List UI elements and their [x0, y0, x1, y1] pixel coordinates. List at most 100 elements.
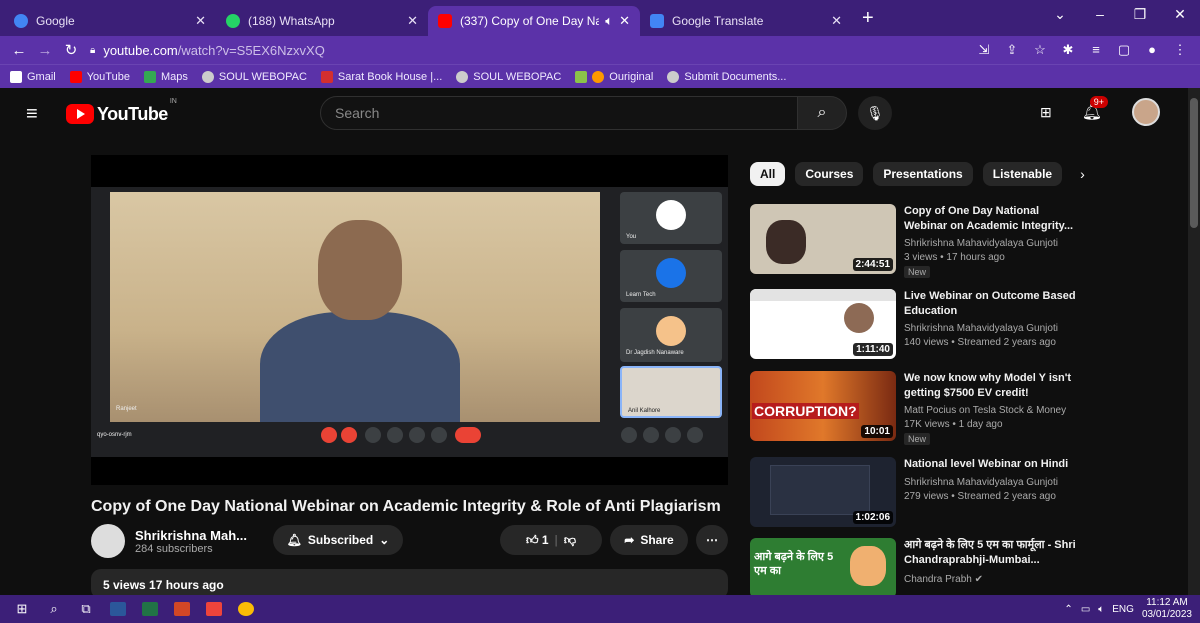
share-button[interactable]: ➦ Share: [610, 525, 688, 555]
close-icon[interactable]: ✕: [407, 13, 418, 29]
bookmark-soul-2[interactable]: SOUL WEBOPAC: [456, 70, 562, 83]
bookmark-maps[interactable]: Maps: [143, 70, 188, 83]
star-icon[interactable]: ☆: [1028, 42, 1052, 58]
rec-meta: 3 views • 17 hours ago: [904, 252, 1005, 263]
network-icon[interactable]: ▭: [1081, 604, 1090, 615]
tab-whatsapp[interactable]: (188) WhatsApp ✕: [216, 6, 428, 36]
bookmark-sarat[interactable]: Sarat Book House |...: [320, 70, 442, 83]
subscribed-button[interactable]: 🔔︎ Subscribed ⌄: [273, 525, 403, 555]
chip-presentations[interactable]: Presentations: [873, 162, 973, 186]
participant-avatar: [656, 200, 686, 230]
youtube-logo[interactable]: YouTube IN: [66, 98, 177, 125]
bookmark-youtube[interactable]: YouTube: [69, 70, 130, 83]
voice-search-button[interactable]: 🎙︎: [858, 96, 892, 130]
anydesk-icon[interactable]: [198, 595, 230, 623]
share-label: Share: [640, 533, 674, 547]
dislike-button[interactable]: 👎︎: [564, 533, 576, 548]
video-thumbnail[interactable]: आगे बढ़ने के लिए 5 एम का: [750, 538, 896, 595]
forward-icon[interactable]: →: [32, 42, 58, 59]
tab-google[interactable]: Google ✕: [4, 6, 216, 36]
more-actions-button[interactable]: ⋯: [696, 525, 728, 555]
install-icon[interactable]: ⇲: [972, 42, 996, 58]
search-icon[interactable]: ⌕: [38, 595, 70, 623]
bookhouse-icon: [320, 70, 333, 83]
translate-icon: [650, 14, 664, 28]
excel-tile: [142, 602, 158, 616]
share-icon[interactable]: ⇪: [1000, 42, 1024, 58]
channel-info: Shrikrishna Mah... 284 subscribers: [125, 528, 247, 555]
sidebar-icon[interactable]: ▢: [1112, 42, 1136, 58]
chip-listenable[interactable]: Listenable: [982, 162, 1063, 186]
task-view-icon[interactable]: ⧉: [70, 595, 102, 623]
excel-icon[interactable]: [134, 595, 166, 623]
tab-search-icon[interactable]: ⌄: [1040, 0, 1080, 30]
mic-off-icon: [321, 427, 337, 443]
recommendation-item[interactable]: 1:11:40 Live Webinar on Outcome Based Ed…: [750, 289, 1150, 365]
recommendation-item[interactable]: आगे बढ़ने के लिए 5 एम का आगे बढ़ने के लि…: [750, 538, 1150, 595]
video-thumbnail[interactable]: 1:02:06: [750, 457, 896, 527]
search-input[interactable]: Search: [320, 96, 798, 130]
video-thumbnail[interactable]: 2:44:51: [750, 204, 896, 274]
bookmark-label: SOUL WEBOPAC: [218, 70, 307, 83]
video-thumbnail[interactable]: CORRUPTION? 10:01: [750, 371, 896, 441]
tab-translate[interactable]: Google Translate ✕: [640, 6, 852, 36]
tab-youtube[interactable]: (337) Copy of One Day Natio 🔈︎ ✕: [428, 6, 640, 36]
notifications-button[interactable]: 🔔︎ 9+: [1082, 96, 1108, 122]
recommendation-item[interactable]: CORRUPTION? 10:01 We now know why Model …: [750, 371, 1150, 447]
bookmark-label: SOUL WEBOPAC: [473, 70, 562, 83]
bookmark-submit[interactable]: Submit Documents...: [667, 70, 786, 83]
hand-icon: [387, 427, 403, 443]
menu-icon[interactable]: ≡: [26, 103, 46, 126]
chevron-right-icon[interactable]: ›: [1080, 166, 1085, 182]
duration-badge: 2:44:51: [852, 258, 893, 271]
reload-icon[interactable]: ↻: [58, 41, 84, 59]
word-icon[interactable]: [102, 595, 134, 623]
clock-time: 11:12 AM: [1146, 597, 1188, 608]
chevron-up-icon[interactable]: ⌃: [1064, 604, 1072, 615]
bookmark-gmail[interactable]: Gmail: [10, 70, 56, 83]
video-thumbnail[interactable]: 1:11:40: [750, 289, 896, 359]
clock[interactable]: 11:12 AM 03/01/2023: [1142, 597, 1192, 621]
close-icon[interactable]: ✕: [619, 13, 630, 29]
channel-avatar[interactable]: [91, 524, 125, 558]
bookmark-ouriginal[interactable]: Ouriginal: [575, 70, 653, 83]
close-icon[interactable]: ✕: [831, 13, 842, 29]
search-button[interactable]: ⌕: [797, 96, 847, 130]
create-icon[interactable]: ⊞: [1040, 104, 1052, 121]
chrome-icon[interactable]: [230, 595, 262, 623]
close-icon[interactable]: ✕: [195, 13, 206, 29]
region-code: IN: [169, 97, 177, 105]
minimize-button[interactable]: –: [1080, 0, 1120, 30]
recommendation-item[interactable]: 2:44:51 Copy of One Day National Webinar…: [750, 204, 1150, 280]
powerpoint-icon[interactable]: [166, 595, 198, 623]
profile-icon[interactable]: ●: [1140, 42, 1164, 58]
close-window-button[interactable]: ✕: [1160, 0, 1200, 30]
back-icon[interactable]: ←: [6, 42, 32, 59]
menu-icon[interactable]: ⋮: [1168, 42, 1192, 58]
present-icon: [409, 427, 425, 443]
tab-title: (337) Copy of One Day Natio: [460, 14, 600, 28]
language-indicator[interactable]: ENG: [1112, 604, 1134, 615]
volume-icon[interactable]: 🔈︎: [1098, 604, 1104, 615]
chip-all[interactable]: All: [750, 162, 786, 186]
queue-icon[interactable]: ≡: [1084, 42, 1108, 58]
recommendation-item[interactable]: 1:02:06 National level Webinar on Hindi …: [750, 457, 1150, 533]
like-button[interactable]: 👍︎ 1: [526, 533, 549, 548]
chip-courses[interactable]: Courses: [795, 162, 864, 186]
new-tab-button[interactable]: +: [852, 7, 884, 36]
speaker-icon[interactable]: 🔈︎: [605, 13, 613, 29]
scroll-thumb[interactable]: [1190, 98, 1198, 228]
restore-button[interactable]: ❐: [1120, 0, 1160, 30]
rec-channel: Chandra Prabh: [904, 574, 972, 585]
tab-title: Google Translate: [672, 14, 764, 28]
bookmark-label: Maps: [160, 70, 188, 83]
windows-start-icon[interactable]: ⊞: [6, 595, 38, 623]
url-path: /watch?v=S5EX6NzxvXQ: [177, 42, 325, 58]
url-field[interactable]: 🔒︎ youtube.com/watch?v=S5EX6NzxvXQ: [90, 39, 972, 61]
bookmark-soul-1[interactable]: SOUL WEBOPAC: [201, 70, 307, 83]
extensions-icon[interactable]: ✱: [1056, 42, 1080, 58]
channel-name[interactable]: Shrikrishna Mah...: [135, 528, 247, 543]
speaker-head: [318, 220, 402, 320]
avatar[interactable]: [1132, 98, 1160, 126]
page-scrollbar[interactable]: [1188, 88, 1200, 595]
